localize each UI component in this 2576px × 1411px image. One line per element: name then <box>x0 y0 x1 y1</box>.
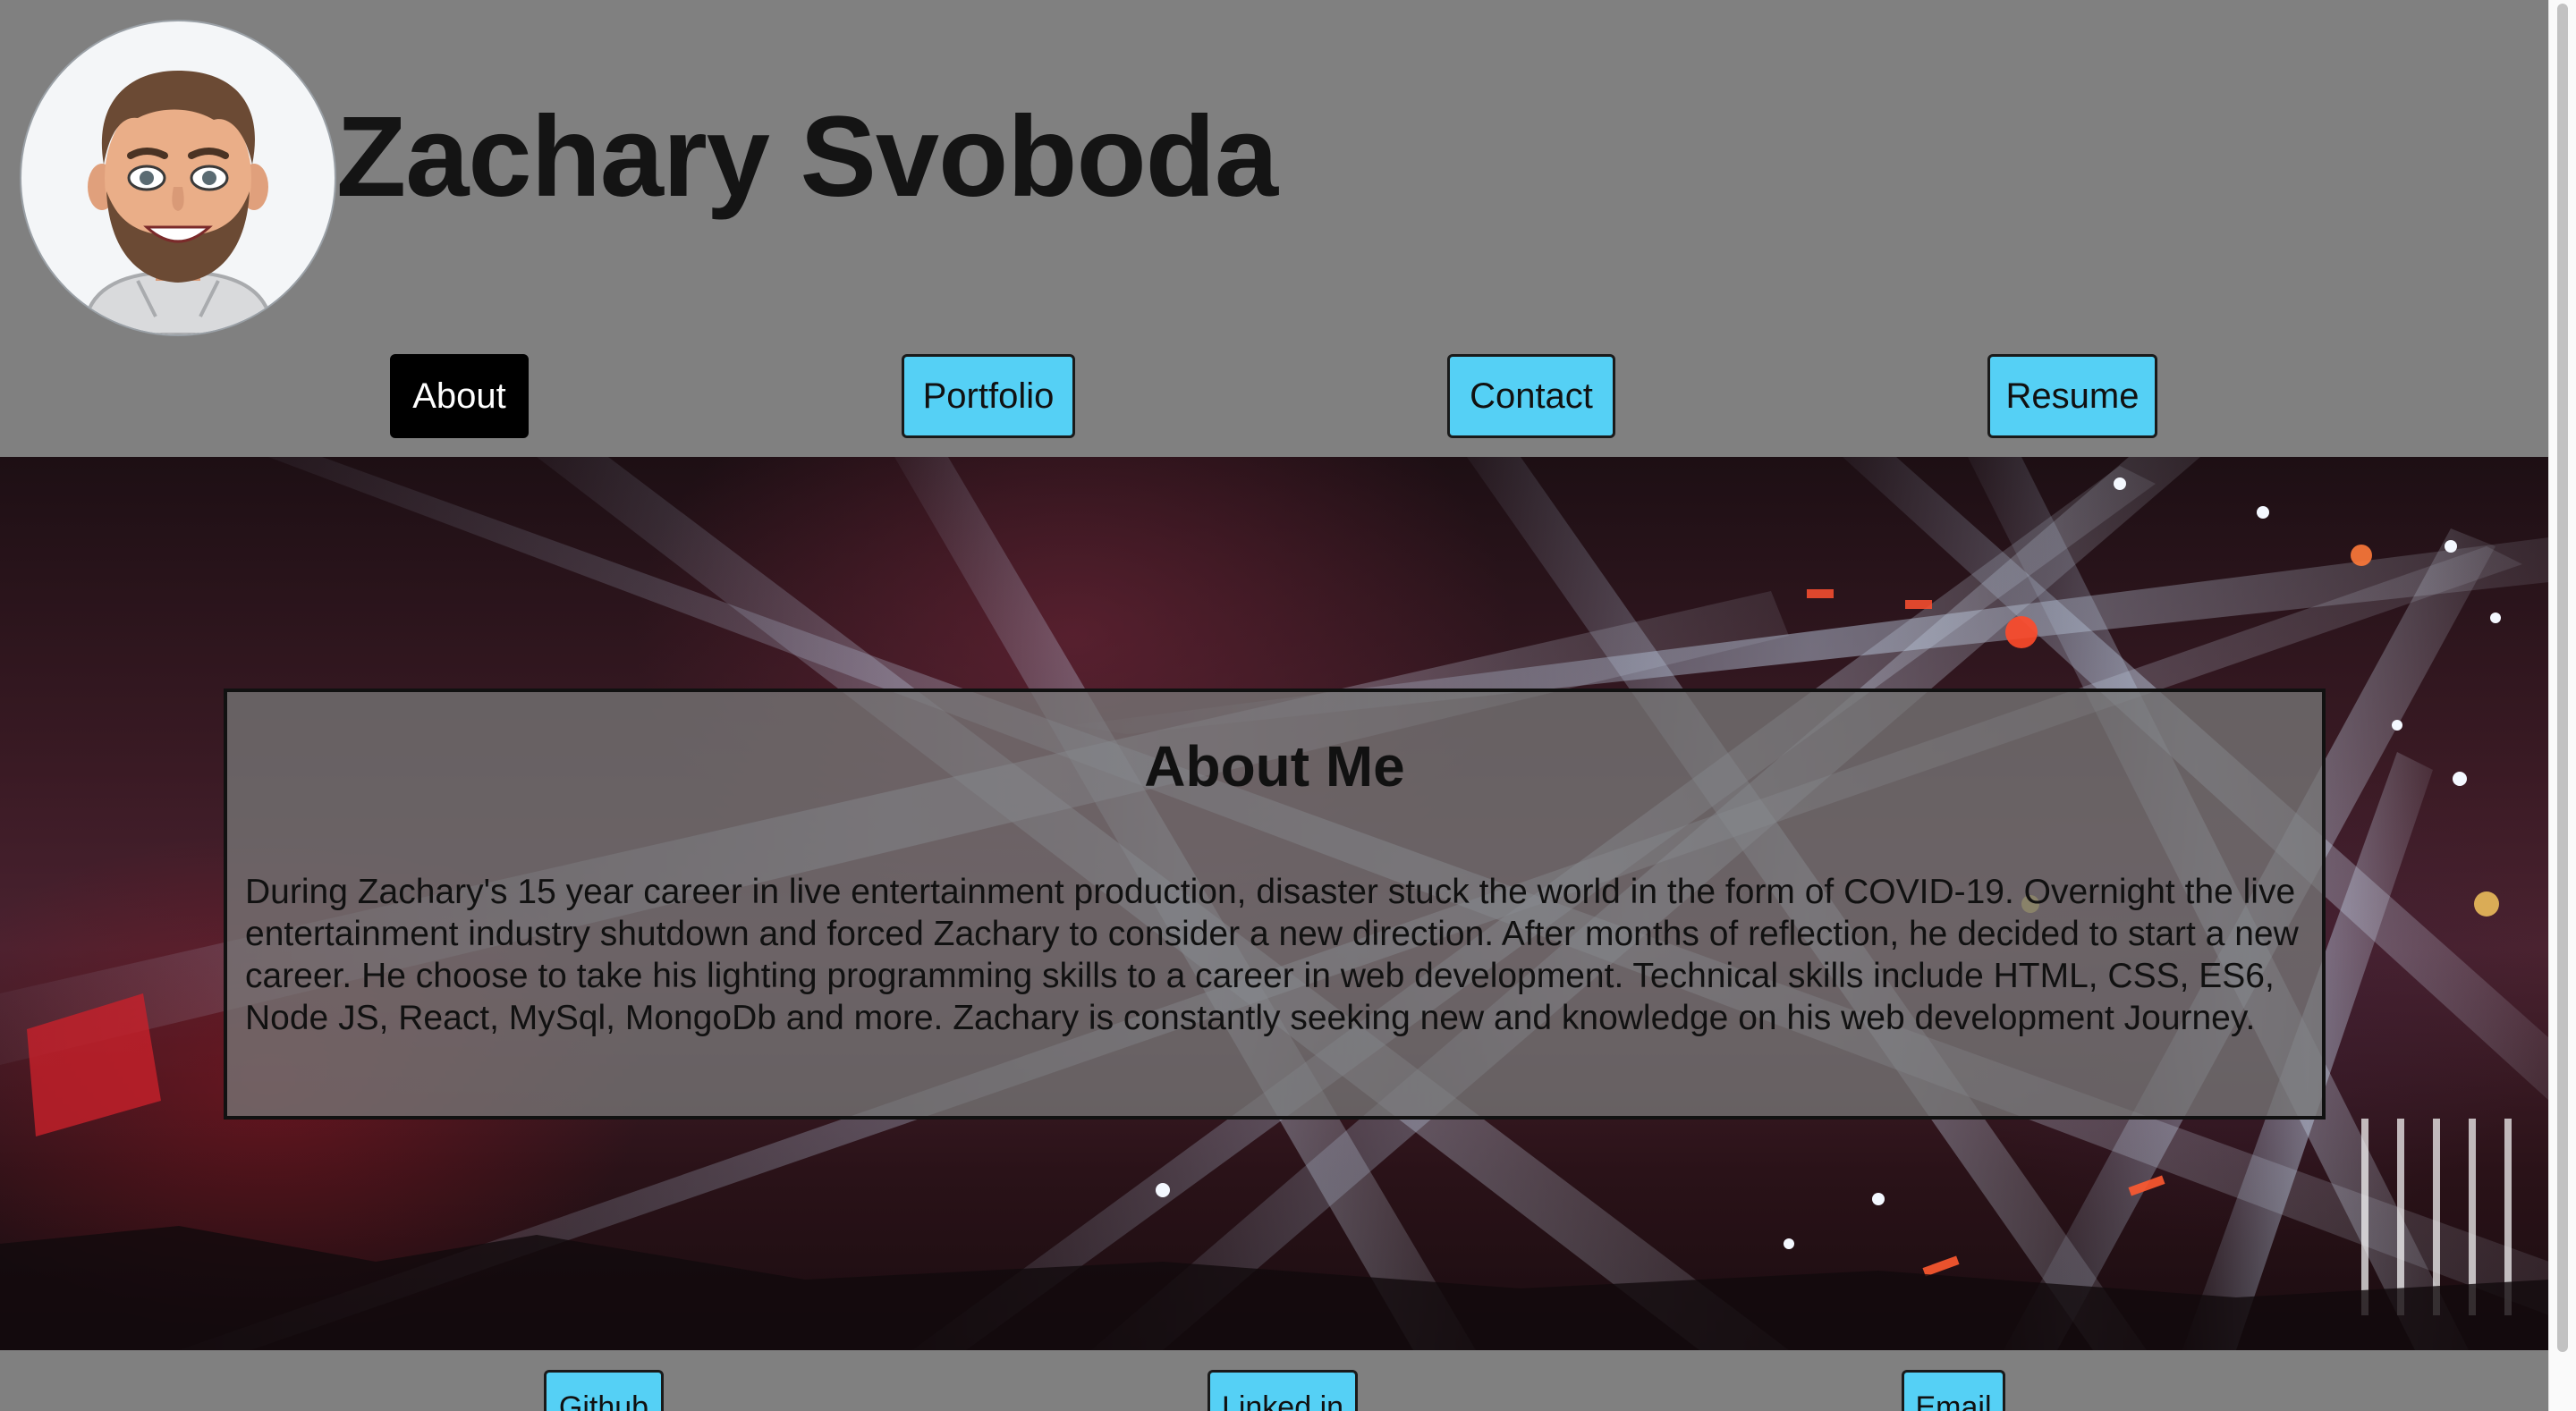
nav-about-button[interactable]: About <box>390 354 529 438</box>
github-link-button[interactable]: Github <box>544 1370 664 1411</box>
nav-contact-button[interactable]: Contact <box>1447 354 1615 438</box>
avatar <box>20 20 336 336</box>
about-title: About Me <box>1144 734 1405 798</box>
memoji-avatar-icon <box>81 71 275 334</box>
email-link-button[interactable]: Email <box>1902 1370 2005 1411</box>
nav-portfolio-button[interactable]: Portfolio <box>902 354 1075 438</box>
site-title: Zachary Svoboda <box>336 93 1278 221</box>
about-card: About Me During Zachary's 15 year career… <box>224 689 2326 1120</box>
linkedin-link-button[interactable]: Linked in <box>1208 1370 1358 1411</box>
page: Zachary Svoboda About Portfolio Contact … <box>0 0 2576 1411</box>
about-text: During Zachary's 15 year career in live … <box>245 873 2299 1037</box>
nav-resume-button[interactable]: Resume <box>1987 354 2157 438</box>
vertical-scrollbar[interactable] <box>2548 0 2576 1411</box>
scrollbar-thumb[interactable] <box>2557 4 2568 1352</box>
